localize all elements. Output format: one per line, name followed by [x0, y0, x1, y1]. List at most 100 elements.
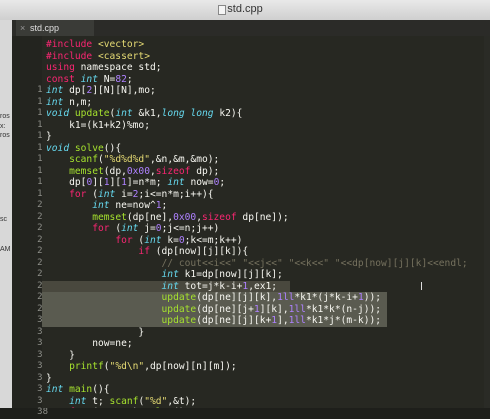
- code-line[interactable]: int main(){: [46, 384, 490, 396]
- code-token: &k1,: [138, 108, 162, 119]
- code-line[interactable]: printf("%d\n",dp[now][n][m]);: [46, 361, 490, 373]
- code-token: j=: [144, 223, 156, 234]
- code-token: memset: [92, 211, 127, 223]
- code-token: i=: [121, 188, 133, 200]
- code-token: int: [46, 96, 70, 108]
- code-line[interactable]: #include <cassert>: [46, 51, 490, 63]
- code-token: for: [69, 188, 93, 200]
- code-token: using: [46, 62, 81, 73]
- code-token: // cout<<i<<" "<<j<<" "<<k<<" "<<dp[now]…: [161, 257, 468, 269]
- code-line[interactable]: memset(dp[ne],0x00,sizeof dp[ne]);: [46, 212, 490, 224]
- code-line[interactable]: int ne=now^1;: [46, 200, 490, 212]
- code-line[interactable]: #include <vector>: [46, 39, 490, 51]
- code-token: 0x00: [126, 165, 150, 177]
- code-token: (dp[ne],: [126, 211, 174, 223]
- scrollbar[interactable]: [484, 36, 490, 408]
- code-line[interactable]: update(dp[ne][j][k+1],1ll*k1*j*(m-k));: [46, 315, 490, 327]
- window-title: std.cpp: [227, 3, 263, 15]
- code-token: ][: [109, 177, 122, 188]
- code-token: N=: [103, 73, 116, 85]
- code-token: <cassert>: [97, 50, 150, 62]
- code-line[interactable]: }: [46, 131, 490, 143]
- code-token: }: [46, 372, 52, 384]
- mouse-cursor-icon: [421, 282, 427, 291]
- code-line[interactable]: update(dp[ne][j+1][k],1ll*k1*k*(n-j));: [46, 304, 490, 316]
- code-line[interactable]: void update(int &k1,long long k2){: [46, 108, 490, 120]
- side-fragment: ros: [0, 132, 10, 139]
- code-token: ,dp[now][n][m]);: [144, 361, 237, 372]
- code-token: k1=dp[now][j][k];: [184, 269, 283, 280]
- code-token: }: [46, 326, 145, 338]
- code-token: k=: [167, 234, 179, 246]
- code-line[interactable]: // cout<<i<<" "<<j<<" "<<k<<" "<<dp[now]…: [46, 258, 490, 270]
- code-line[interactable]: int k1=dp[now][j][k];: [46, 269, 490, 281]
- code-token: 1ll: [288, 303, 306, 315]
- code-line[interactable]: int n,m;: [46, 97, 490, 109]
- tab-bar: × std.cpp: [12, 20, 490, 37]
- code-token: update: [74, 108, 110, 119]
- code-token: #include: [46, 50, 98, 62]
- code-token: now=ne;: [46, 338, 133, 349]
- code-token: main: [69, 384, 93, 395]
- code-token: dp[: [69, 85, 87, 96]
- code-line[interactable]: void solve(){: [46, 143, 490, 155]
- code-line[interactable]: scanf("%d%d%d",&n,&m,&mo);: [46, 154, 490, 166]
- tab-std-cpp[interactable]: × std.cpp: [16, 20, 94, 36]
- code-line[interactable]: for (int k=0;k<=m;k++): [46, 235, 490, 247]
- code-token: for: [115, 234, 139, 246]
- code-token: ],: [277, 315, 289, 326]
- code-line[interactable]: if (dp[now][j][k]){: [46, 246, 490, 258]
- code-token: ;: [219, 177, 226, 188]
- code-token: t;: [92, 395, 110, 407]
- code-line[interactable]: }: [46, 350, 490, 362]
- code-token: tot=j*k-i+: [184, 280, 243, 292]
- code-token: 1ll: [277, 292, 295, 303]
- code-line[interactable]: k1=(k1+k2)%mo;: [46, 120, 490, 132]
- code-line[interactable]: }: [46, 327, 490, 339]
- code-token: solve: [74, 142, 104, 154]
- code-line[interactable]: int t; scanf("%d",&t);: [46, 396, 490, 408]
- code-token: int: [161, 280, 185, 292]
- code-token: memset: [69, 165, 104, 177]
- code-line[interactable]: now=ne;: [46, 338, 490, 350]
- code-editor[interactable]: #include <vector> #include <cassert> using…: [42, 36, 490, 408]
- code-token: if: [138, 246, 156, 257]
- code-line[interactable]: dp[0][1][1]=n*m; int now=0;: [46, 177, 490, 189]
- code-token: ;i<=n*m;i++){: [138, 188, 214, 200]
- close-icon[interactable]: ×: [20, 20, 25, 36]
- code-token: <vector>: [97, 39, 145, 50]
- code-line[interactable]: int dp[2][N][N],mo;: [46, 85, 490, 97]
- code-token: dp);: [196, 165, 220, 177]
- code-line[interactable]: const int N=82;: [46, 74, 490, 86]
- tab-label: std.cpp: [30, 23, 60, 33]
- code-token: (dp[now][j][k]){: [155, 246, 249, 257]
- code-line[interactable]: using namespace std;: [46, 62, 490, 74]
- code-token: ne=now^: [115, 200, 156, 211]
- code-token: int: [167, 177, 191, 188]
- code-token: ;j<=n;j++): [161, 223, 220, 234]
- code-token: *k1*(j*k-i+: [294, 292, 358, 303]
- code-token: }: [46, 349, 75, 361]
- code-line[interactable]: }: [46, 373, 490, 385]
- code-token: long long: [161, 108, 220, 119]
- code-line[interactable]: update(dp[ne][j][k],1ll*k1*(j*k-i+1));: [46, 292, 490, 304]
- code-token: (dp[ne][j+: [196, 303, 254, 315]
- code-token: int: [161, 269, 185, 280]
- code-line[interactable]: memset(dp,0x00,sizeof dp);: [46, 166, 490, 178]
- code-line[interactable]: for (int j=0;j<=n;j++): [46, 223, 490, 235]
- side-fragment: ros: [0, 113, 10, 120]
- code-token: ;: [126, 73, 133, 85]
- code-token: (dp[ne][j][k+: [196, 315, 272, 326]
- code-token: "%d\n": [109, 361, 145, 372]
- code-line[interactable]: for (int i=2;i<=n*m;i++){: [46, 189, 490, 201]
